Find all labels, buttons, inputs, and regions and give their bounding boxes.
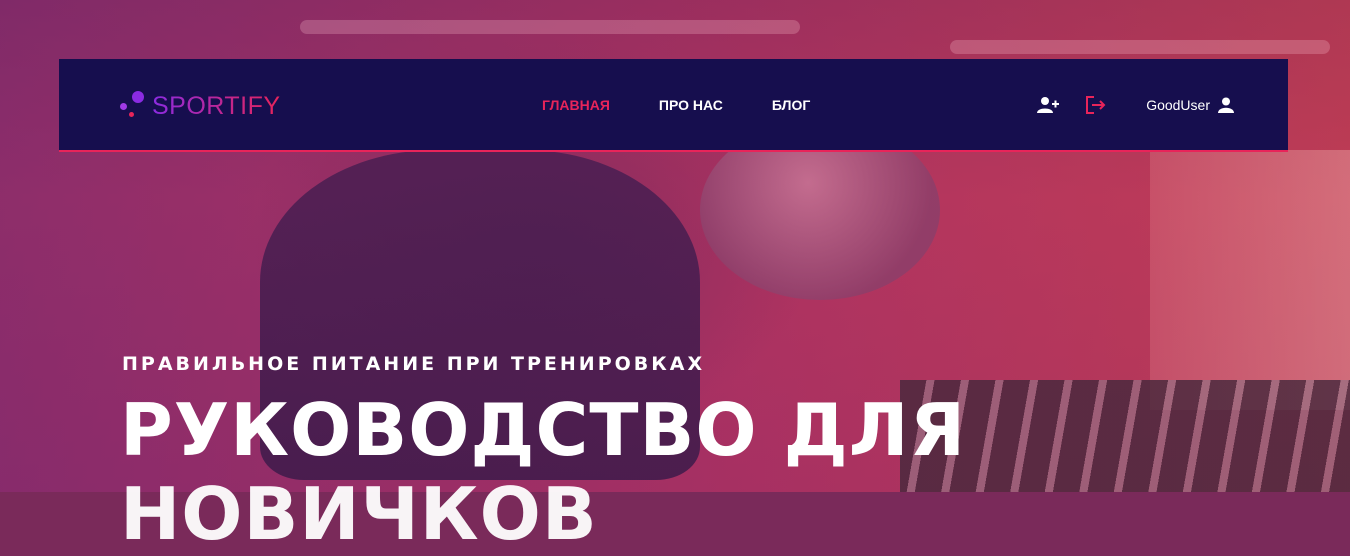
- user-plus-icon[interactable]: [1036, 93, 1060, 117]
- nav-actions: GoodUser: [1036, 59, 1234, 150]
- nav-link-home[interactable]: ГЛАВНАЯ: [542, 97, 610, 113]
- hero-title-line1: РУКОВОДСТВО ДЛЯ: [120, 388, 967, 472]
- hero-subtitle: ПРАВИЛЬНОЕ ПИТАНИЕ ПРИ ТРЕНИРОВКАХ: [122, 353, 706, 375]
- hero-title: РУКОВОДСТВО ДЛЯ НОВИЧКОВ: [120, 388, 966, 556]
- navbar: SPORTIFY ГЛАВНАЯ ПРО НАС БЛОГ GoodUser: [59, 59, 1288, 152]
- decor-pipe: [950, 40, 1330, 54]
- nav-menu: ГЛАВНАЯ ПРО НАС БЛОГ: [542, 59, 859, 150]
- decor-wall: [1150, 150, 1350, 410]
- logo-dots-icon: [118, 91, 150, 121]
- username: GoodUser: [1146, 96, 1210, 113]
- brand-name: SPORTIFY: [152, 91, 281, 120]
- nav-link-about[interactable]: ПРО НАС: [659, 97, 723, 113]
- sign-out-icon[interactable]: [1084, 93, 1108, 117]
- decor-dumbbell-rack: [900, 380, 1350, 492]
- user-icon: [1218, 97, 1234, 113]
- user-profile-link[interactable]: GoodUser: [1146, 97, 1234, 113]
- nav-link-blog[interactable]: БЛОГ: [772, 97, 810, 113]
- brand-logo[interactable]: SPORTIFY: [118, 91, 281, 121]
- hero-title-line2: НОВИЧКОВ: [120, 472, 598, 556]
